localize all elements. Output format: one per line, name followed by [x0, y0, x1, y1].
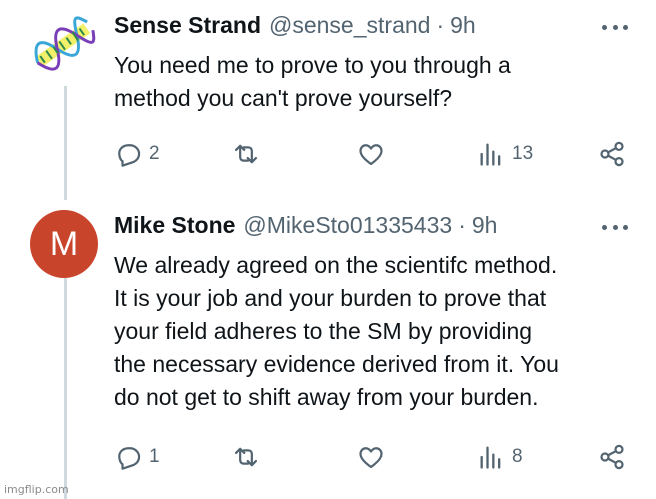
tweet-text-line: do not get to shift away from your burde… — [114, 384, 539, 410]
author-name[interactable]: Mike Stone — [114, 212, 235, 239]
views-button[interactable]: 8 — [477, 441, 523, 473]
reply-icon — [118, 447, 141, 470]
timestamp[interactable]: 9h — [450, 12, 476, 39]
share-icon — [600, 444, 624, 470]
avatar[interactable]: M — [30, 210, 98, 278]
tweet-header: Sense Strand @sense_strand · 9h — [114, 12, 476, 39]
separator-dot: · — [458, 212, 466, 238]
view-count: 13 — [512, 143, 534, 164]
retweet-icon — [234, 447, 258, 467]
reply-count: 1 — [149, 446, 160, 467]
reply-button[interactable]: 2 — [114, 138, 160, 170]
action-bar: 2 13 — [114, 138, 634, 170]
avatar[interactable] — [28, 10, 98, 80]
strand-logo-icon — [28, 10, 98, 80]
reply-button[interactable]: 1 — [114, 441, 160, 473]
tweet-text-line: the necessary evidence derived from it. … — [114, 351, 559, 377]
retweet-icon — [234, 144, 258, 164]
tweet-text-line: We already agreed on the scientifc metho… — [114, 252, 558, 278]
like-button[interactable] — [357, 441, 385, 473]
views-button[interactable]: 13 — [477, 138, 533, 170]
tweet-header: Mike Stone @MikeSto01335433 · 9h — [114, 212, 497, 239]
tweet-text-line: your field adheres to the SM by providin… — [114, 318, 533, 344]
tweet: M Mike Stone @MikeSto01335433 · 9h We al… — [0, 200, 656, 499]
tweet-text: You need me to prove to you through a me… — [114, 49, 634, 115]
share-icon — [600, 141, 624, 167]
author-name[interactable]: Sense Strand — [114, 12, 261, 39]
heart-icon — [359, 144, 383, 166]
views-icon — [480, 143, 501, 166]
tweet-text-line: It is your job and your burden to prove … — [114, 285, 547, 311]
author-handle[interactable]: @sense_strand — [269, 12, 430, 39]
retweet-button[interactable] — [232, 138, 260, 170]
tweet-text-line: You need me to prove to you through a — [114, 52, 511, 78]
view-count: 8 — [512, 446, 523, 467]
heart-icon — [359, 447, 383, 469]
views-icon — [480, 446, 501, 469]
avatar-letter: M — [49, 224, 79, 263]
like-button[interactable] — [357, 138, 385, 170]
reply-icon — [118, 144, 141, 167]
retweet-button[interactable] — [232, 441, 260, 473]
tweet-text: We already agreed on the scientifc metho… — [114, 249, 634, 414]
tweet: Sense Strand @sense_strand · 9h You need… — [0, 0, 656, 200]
reply-count: 2 — [149, 143, 160, 164]
author-handle[interactable]: @MikeSto01335433 — [243, 212, 452, 239]
tweet-text-line: method you can't prove yourself? — [114, 85, 453, 111]
more-icon[interactable] — [602, 22, 628, 32]
share-button[interactable] — [598, 138, 626, 170]
action-bar: 1 8 — [114, 441, 634, 473]
share-button[interactable] — [598, 441, 626, 473]
watermark: imgflip.com — [4, 483, 69, 496]
more-icon[interactable] — [602, 222, 628, 232]
timestamp[interactable]: 9h — [472, 212, 498, 239]
separator-dot: · — [436, 12, 445, 38]
